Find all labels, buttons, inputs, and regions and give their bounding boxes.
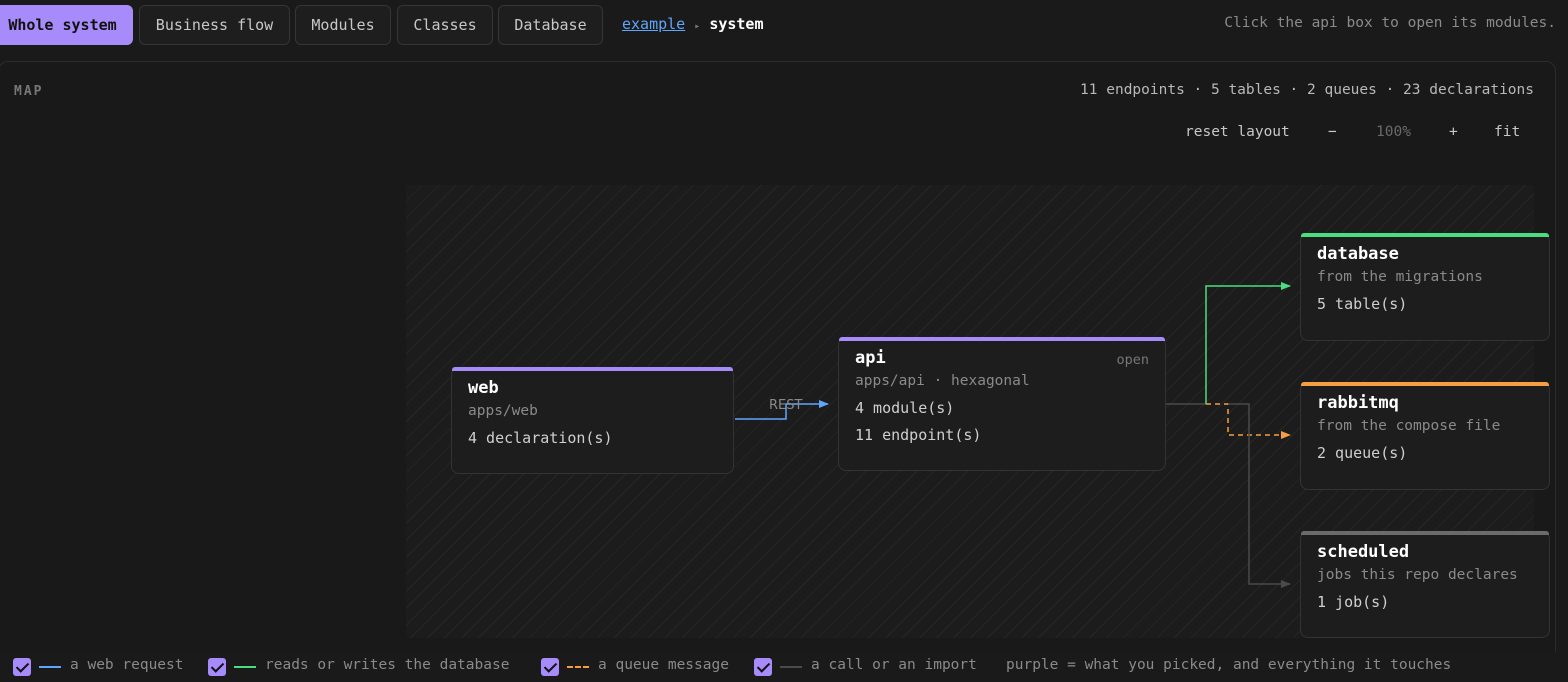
tab-whole-system[interactable]: Whole system (0, 5, 133, 45)
legend-label-call-import: a call or an import (811, 657, 977, 673)
zoom-level: 100% (1376, 124, 1411, 140)
legend-swatch-call-import (780, 666, 802, 668)
legend-checkbox-call-import[interactable] (754, 658, 772, 676)
hint-text: Click the api box to open its modules. (1224, 15, 1556, 31)
node-title: rabbitmq (1317, 393, 1399, 413)
node-accent-bar (1301, 382, 1549, 386)
node-web[interactable]: web apps/web 4 declaration(s) (451, 367, 734, 474)
node-count: 4 declaration(s) (468, 429, 613, 447)
legend-checkbox-database[interactable] (208, 658, 226, 676)
node-count-secondary: 11 endpoint(s) (855, 426, 982, 444)
tab-database[interactable]: Database (498, 5, 603, 45)
legend-checkbox-queue[interactable] (541, 658, 559, 676)
breadcrumb-project-link[interactable]: example (622, 15, 685, 33)
node-accent-bar (1301, 531, 1549, 535)
edge-label-rest: REST (769, 398, 803, 413)
breadcrumb-separator-icon: ▸ (694, 21, 701, 32)
node-database[interactable]: database from the migrations 5 table(s) (1300, 233, 1550, 341)
node-title: scheduled (1317, 542, 1410, 562)
node-accent-bar (839, 337, 1165, 341)
node-count: 4 module(s) (855, 399, 955, 417)
node-subtitle: jobs this repo declares (1317, 567, 1518, 583)
node-title: database (1317, 244, 1399, 264)
node-accent-bar (1301, 233, 1549, 237)
fit-button[interactable]: fit (1494, 124, 1520, 140)
legend-label-web-request: a web request (70, 657, 184, 673)
node-subtitle: from the migrations (1317, 269, 1483, 285)
node-title: api (855, 348, 886, 368)
map-label: MAP (14, 84, 44, 99)
legend: a web request reads or writes the databa… (0, 652, 1568, 682)
tab-modules[interactable]: Modules (295, 5, 391, 45)
node-title: web (468, 378, 499, 398)
tab-business-flow[interactable]: Business flow (139, 5, 290, 45)
open-modules-link[interactable]: open (1116, 352, 1149, 368)
node-rabbitmq[interactable]: rabbitmq from the compose file 2 queue(s… (1300, 382, 1550, 490)
node-count: 5 table(s) (1317, 295, 1408, 313)
legend-label-database: reads or writes the database (265, 657, 510, 673)
zoom-in-button[interactable]: + (1449, 124, 1458, 140)
node-subtitle: apps/web (468, 403, 538, 419)
node-count: 2 queue(s) (1317, 444, 1408, 462)
tab-classes[interactable]: Classes (397, 5, 493, 45)
node-subtitle: from the compose file (1317, 418, 1501, 434)
breadcrumb-current: system (709, 15, 764, 33)
breadcrumb: example ▸ system (622, 14, 764, 37)
legend-checkbox-web-request[interactable] (13, 658, 31, 676)
zoom-out-button[interactable]: − (1328, 124, 1337, 140)
node-count: 1 job(s) (1317, 593, 1390, 611)
node-subtitle: apps/api · hexagonal (855, 373, 1030, 389)
node-scheduled[interactable]: scheduled jobs this repo declares 1 job(… (1300, 531, 1550, 638)
map-stats: 11 endpoints · 5 tables · 2 queues · 23 … (1080, 82, 1534, 98)
legend-swatch-database (234, 666, 256, 668)
node-accent-bar (452, 367, 733, 371)
legend-note: purple = what you picked, and everything… (1006, 657, 1452, 673)
legend-swatch-web-request (39, 666, 61, 668)
reset-layout-button[interactable]: reset layout (1185, 124, 1290, 140)
node-api[interactable]: api open apps/api · hexagonal 4 module(s… (838, 337, 1166, 471)
top-bar: Whole system Business flow Modules Class… (0, 0, 1568, 50)
legend-label-queue: a queue message (598, 657, 729, 673)
legend-swatch-queue (567, 666, 589, 668)
